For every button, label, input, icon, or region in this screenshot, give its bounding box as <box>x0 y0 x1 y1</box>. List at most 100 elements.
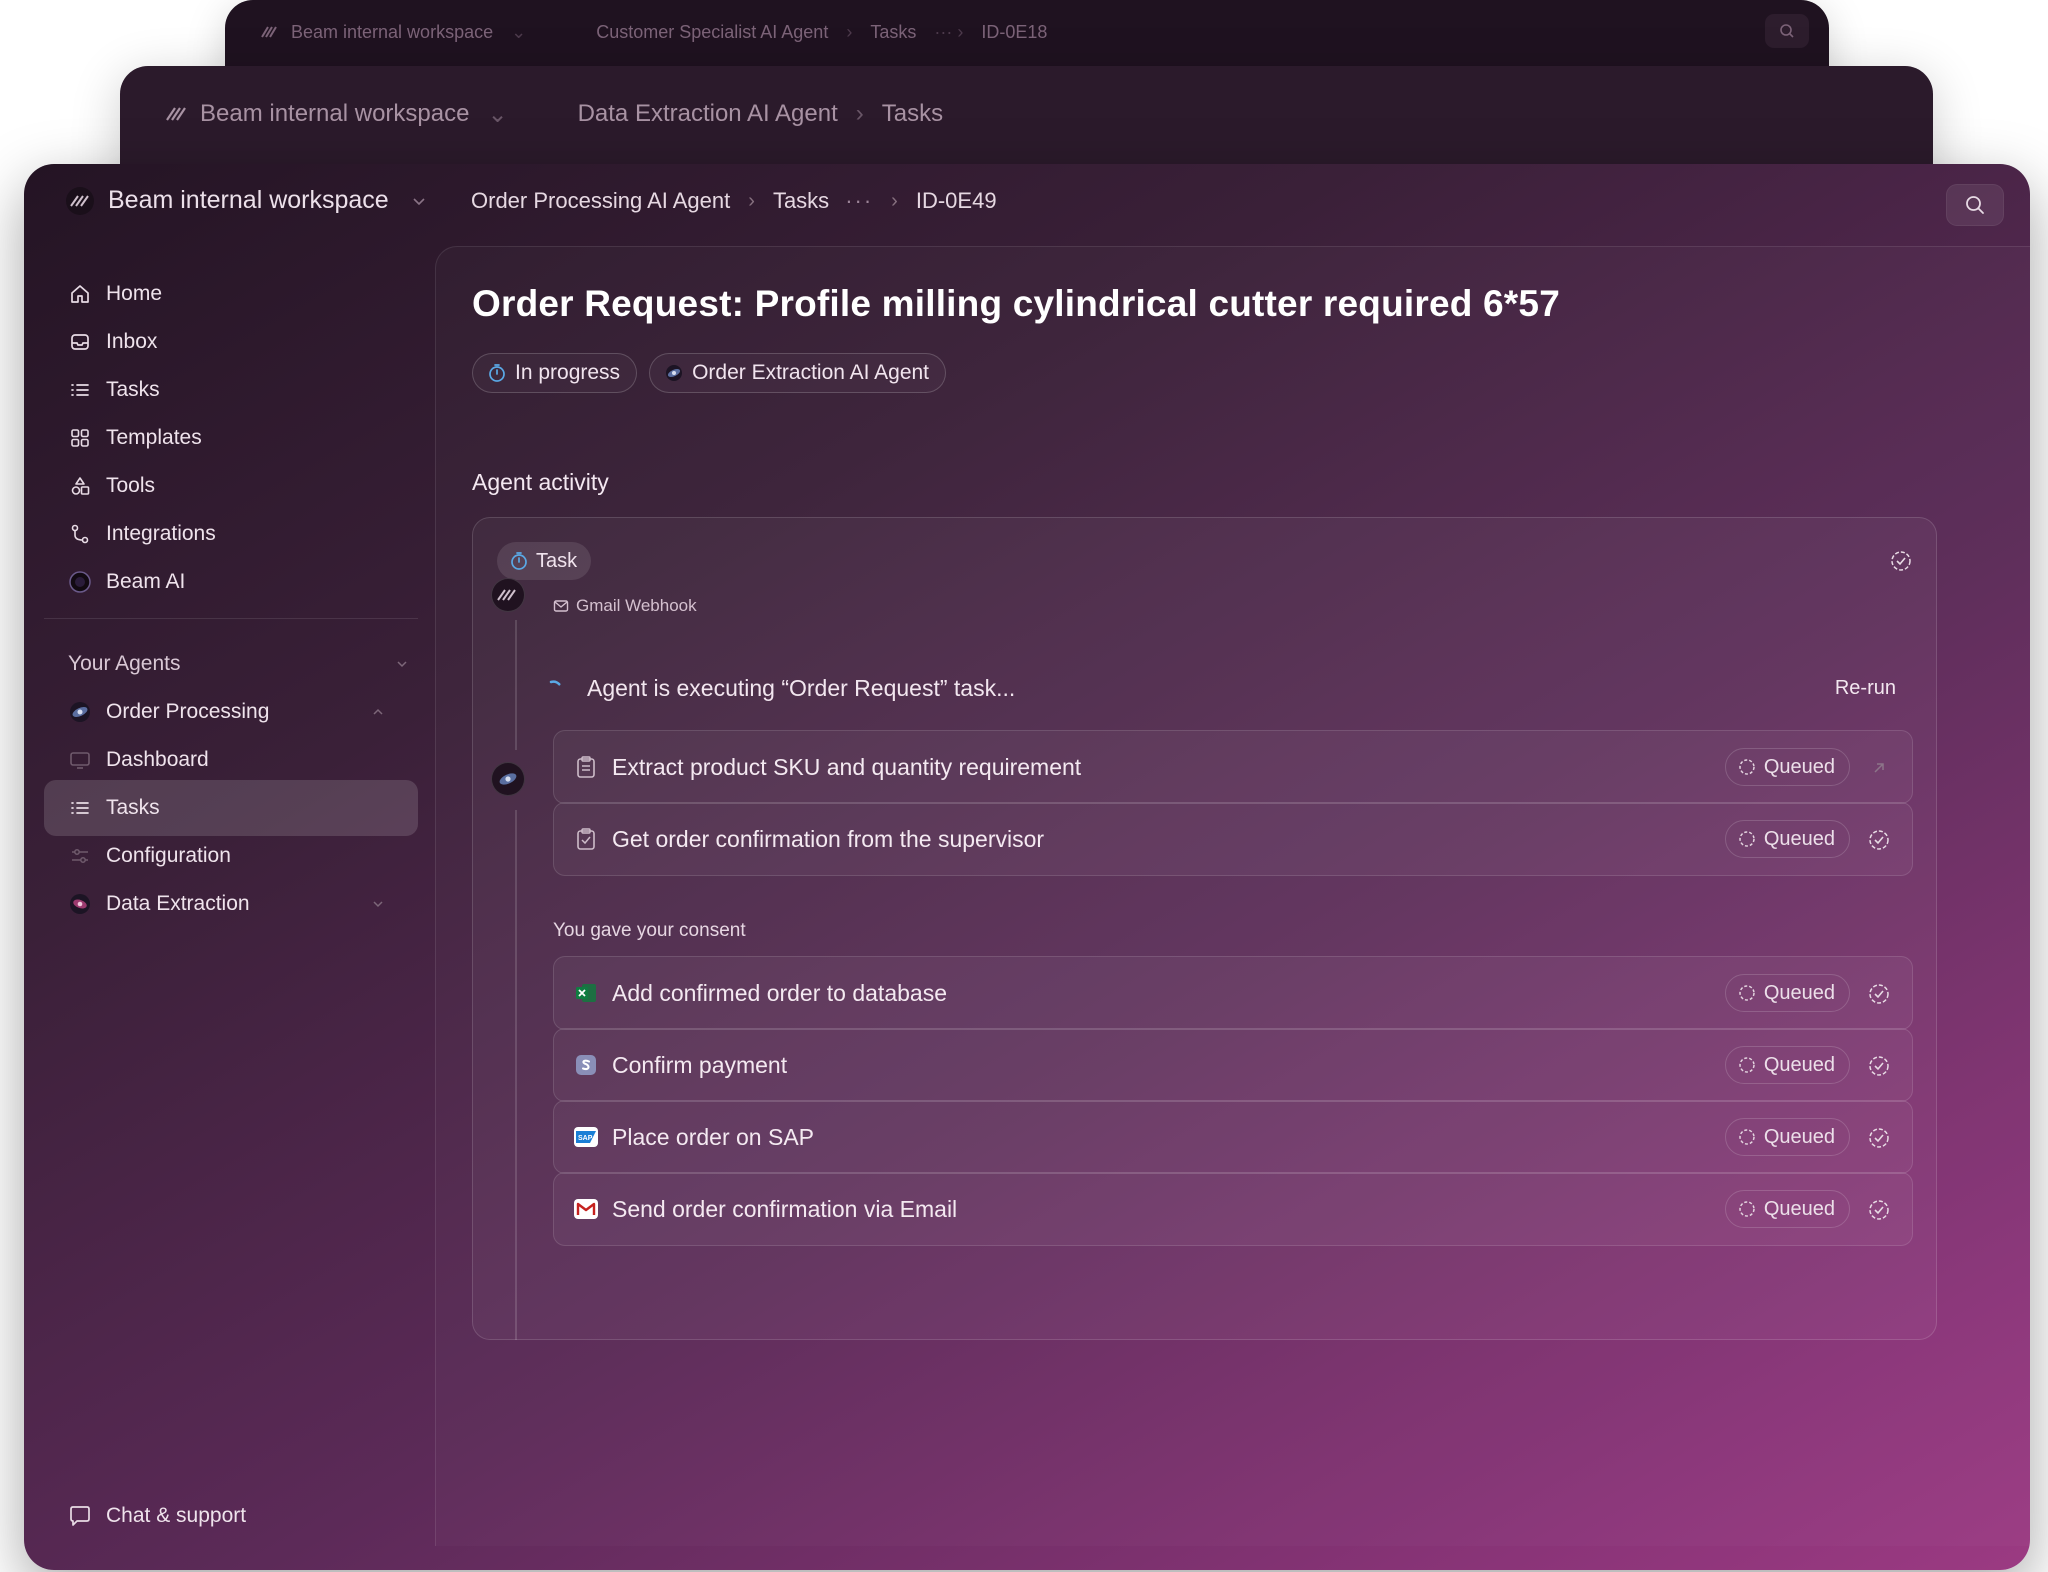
workflow-step[interactable]: Confirm payment Queued <box>553 1028 1913 1102</box>
back-crumb-tasks[interactable]: Tasks <box>870 22 916 43</box>
chevron-down-icon[interactable] <box>368 894 388 914</box>
step-status-label: Queued <box>1763 1197 1835 1220</box>
breadcrumb-more[interactable]: ··· <box>845 188 873 214</box>
stopwatch-icon <box>511 552 527 570</box>
sidebar-divider <box>44 618 418 619</box>
inbox-icon <box>68 330 92 354</box>
step-status-badge: Queued <box>1724 1118 1850 1156</box>
step-status-label: Queued <box>1763 981 1835 1004</box>
clipboard-icon <box>572 753 600 781</box>
search-button[interactable] <box>1946 184 2004 226</box>
step-status-badge: Queued <box>1724 974 1850 1012</box>
monitor-icon <box>68 748 92 772</box>
check-circle-icon[interactable] <box>1868 1199 1890 1221</box>
beam-logo-icon <box>66 186 94 215</box>
chevron-down-icon[interactable] <box>392 654 412 674</box>
back-workspace-name: Beam internal workspace <box>291 21 494 42</box>
chevron-right-icon: › <box>748 189 755 212</box>
back-crumb-agent[interactable]: Customer Specialist AI Agent <box>596 22 828 43</box>
step-label: Send order confirmation via Email <box>612 1195 958 1222</box>
workflow-step[interactable]: Add confirmed order to database Queued <box>553 956 1913 1030</box>
trigger-source: Gmail Webhook <box>553 596 697 616</box>
chevron-right-icon: › <box>891 189 898 212</box>
chevron-down-icon: ⌄ <box>511 21 527 42</box>
beam-logo-icon <box>166 107 186 121</box>
sidebar-item-label: Configuration <box>106 844 231 867</box>
breadcrumb-id[interactable]: ID-0E49 <box>916 188 997 214</box>
agent-badge-label: Order Extraction AI Agent <box>692 361 930 384</box>
shapes-icon <box>68 474 92 498</box>
workspace-switcher[interactable]: Beam internal workspace <box>66 186 427 215</box>
step-status-label: Queued <box>1763 1125 1835 1148</box>
chevron-right-icon: › <box>855 100 864 127</box>
workspace-name: Beam internal workspace <box>108 186 389 214</box>
clipboard-check-icon <box>572 825 600 853</box>
back-search-button[interactable] <box>1765 14 1809 48</box>
pending-circle-icon <box>1739 831 1755 847</box>
workflow-step[interactable]: Send order confirmation via Email Queued <box>553 1172 1913 1246</box>
sidebar-item-label: Tools <box>106 474 156 497</box>
mid-crumb-tasks[interactable]: Tasks <box>882 100 943 128</box>
sidebar-item-beam-ai[interactable]: Beam AI <box>44 554 418 610</box>
sidebar-item-label: Inbox <box>106 330 158 353</box>
chat-support-label: Chat & support <box>106 1504 247 1527</box>
step-label: Add confirmed order to database <box>612 979 947 1006</box>
pending-circle-icon <box>1739 759 1755 775</box>
back-workspace-switcher[interactable]: Beam internal workspace ⌄ <box>261 22 526 43</box>
pending-circle-icon <box>1739 1201 1755 1217</box>
sidebar-item-label: Templates <box>106 426 202 449</box>
sidebar-item-label: Beam AI <box>106 570 186 593</box>
check-circle-icon[interactable] <box>1868 1127 1890 1149</box>
check-circle-icon[interactable] <box>1868 983 1890 1005</box>
sidebar-item-label: Home <box>106 282 163 305</box>
mid-breadcrumb: Data Extraction AI Agent › Tasks <box>578 100 944 128</box>
agent-avatar-icon <box>666 365 683 381</box>
mid-crumb-agent[interactable]: Data Extraction AI Agent <box>578 100 838 128</box>
task-detail-panel: Order Request: Profile milling cylindric… <box>435 246 2030 1546</box>
check-circle-icon[interactable] <box>1868 1055 1890 1077</box>
step-label: Confirm payment <box>612 1051 788 1078</box>
sap-icon: SAP <box>572 1123 600 1151</box>
check-circle-icon[interactable] <box>1868 829 1890 851</box>
workflow-step[interactable]: Get order confirmation from the supervis… <box>553 802 1913 876</box>
top-bar: Beam internal workspace Order Processing… <box>24 164 2030 246</box>
breadcrumb-tasks[interactable]: Tasks <box>773 188 829 214</box>
step-label: Extract product SKU and quantity require… <box>612 753 1082 780</box>
list-icon <box>68 796 92 820</box>
page-title: Order Request: Profile milling cylindric… <box>472 283 1560 324</box>
chevron-right-icon: › <box>846 21 853 42</box>
sidebar-agent-data-extraction[interactable]: Data Extraction <box>44 876 418 932</box>
status-badge[interactable]: In progress <box>472 353 638 393</box>
breadcrumb: Order Processing AI Agent › Tasks ··· › … <box>471 188 997 214</box>
mid-workspace-switcher[interactable]: Beam internal workspace ⌄ <box>166 100 508 129</box>
chat-bubble-icon <box>70 1506 90 1526</box>
workflow-step[interactable]: Extract product SKU and quantity require… <box>553 730 1913 804</box>
agent-avatar-icon <box>491 762 525 796</box>
svg-text:SAP: SAP <box>578 1135 593 1142</box>
chat-support-button[interactable]: Chat & support <box>68 1504 246 1528</box>
task-meta-chips: In progress Order Extraction AI Agent <box>472 353 947 393</box>
back-breadcrumb: Customer Specialist AI Agent › Tasks ···… <box>596 22 1047 43</box>
sidebar-item-label: Tasks <box>106 796 160 819</box>
step-status-label: Queued <box>1763 755 1835 778</box>
excel-icon <box>572 979 600 1007</box>
execution-status-row: Agent is executing “Order Request” task.… <box>547 668 1910 708</box>
pending-circle-icon <box>1739 1129 1755 1145</box>
agent-badge[interactable]: Order Extraction AI Agent <box>649 353 947 393</box>
chevron-down-icon: ⌄ <box>487 100 508 128</box>
rerun-button[interactable]: Re-run <box>1835 677 1896 700</box>
breadcrumb-agent[interactable]: Order Processing AI Agent <box>471 188 730 214</box>
stopwatch-icon <box>489 364 505 382</box>
sidebar-item-label: Tasks <box>106 378 160 401</box>
search-icon <box>1780 24 1794 38</box>
sidebar-item-label: Order Processing <box>106 700 270 723</box>
step-status-label: Queued <box>1763 827 1835 850</box>
pending-circle-icon <box>1739 985 1755 1001</box>
chevron-up-icon[interactable] <box>368 702 388 722</box>
mail-icon <box>553 600 569 612</box>
workflow-step[interactable]: SAP Place order on SAP Queued <box>553 1100 1913 1174</box>
timeline-line <box>515 620 517 750</box>
check-circle-icon <box>1891 551 1911 571</box>
back-crumb-id[interactable]: ID-0E18 <box>981 22 1047 43</box>
arrow-up-right-icon[interactable] <box>1868 757 1890 779</box>
